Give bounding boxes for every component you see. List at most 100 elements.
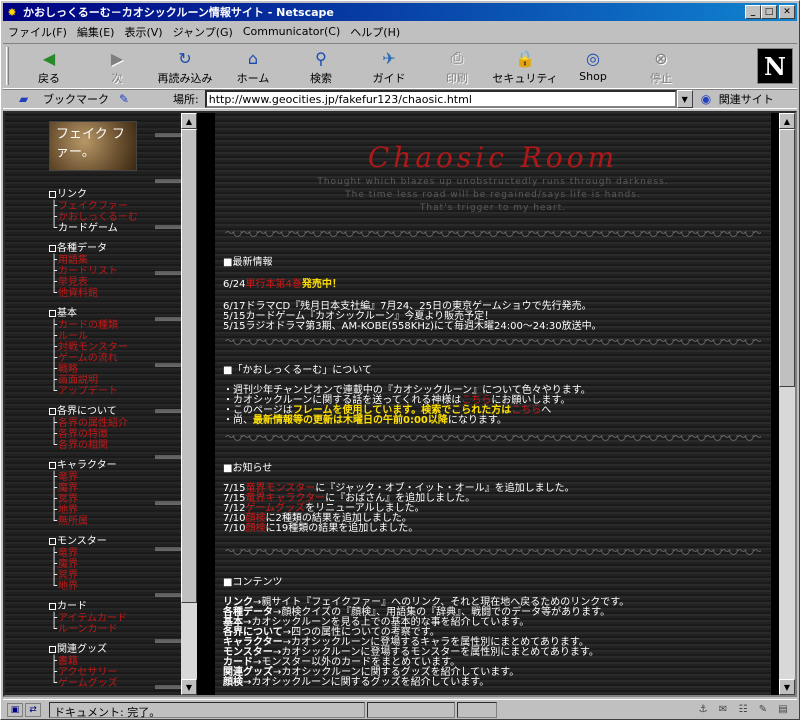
nav-link[interactable]: 各界の属性紹介 — [49, 418, 159, 429]
browser-window: ✸ かおしっくるーむ－カオシックルーン情報サイト - Netscape _ □ … — [0, 0, 800, 720]
maximize-button[interactable]: □ — [761, 5, 777, 19]
nav-section-label: リンク — [57, 189, 87, 200]
nav-link[interactable]: 書籍 — [49, 656, 159, 667]
nav-section-title[interactable]: カード — [49, 601, 159, 613]
nav-link[interactable]: カードゲーム — [49, 223, 159, 234]
scroll-thumb[interactable] — [181, 129, 197, 603]
menu-item[interactable]: ファイル(F) — [3, 24, 72, 40]
nav-link[interactable]: カードリスト — [49, 266, 159, 277]
menu-item[interactable]: Communicator(C) — [238, 25, 345, 38]
news-link[interactable]: 単行本第4巻 — [245, 279, 301, 290]
nav-section-title[interactable]: 各界について — [49, 406, 159, 418]
nav-link[interactable]: フェイクファー — [49, 201, 159, 212]
page-content: フェイク ファー。 リンクフェイクファーかおしっくるーむカードゲーム各種データ用… — [3, 111, 797, 697]
sidebar-nav: リンクフェイクファーかおしっくるーむカードゲーム各種データ用語集カードリスト早見… — [49, 189, 159, 695]
scroll-down-button[interactable]: ▼ — [181, 679, 197, 695]
about-link[interactable]: こちら — [511, 405, 541, 416]
menu-item[interactable]: 表示(V) — [119, 24, 167, 40]
toolbar-button[interactable]: ◎ Shop — [559, 44, 627, 88]
toolbar-button[interactable]: ◀ 戻る — [15, 44, 83, 88]
about-heading: ■「かおしっくるーむ」について — [223, 365, 372, 376]
toolbar-button[interactable]: ▶ 次 — [83, 44, 151, 88]
nav-link[interactable]: 冥界 — [49, 494, 159, 505]
close-button[interactable]: ✕ — [779, 5, 795, 19]
title-bar[interactable]: ✸ かおしっくるーむ－カオシックルーン情報サイト - Netscape _ □ … — [3, 3, 797, 21]
nav-link[interactable]: 各界の特徴 — [49, 429, 159, 440]
menu-item[interactable]: ヘルプ(H) — [345, 24, 405, 40]
toolbar-button[interactable]: ⊗ 停止 — [627, 44, 695, 88]
menu-item[interactable]: ジャンプ(G) — [168, 24, 238, 40]
scroll-down-button[interactable]: ▼ — [779, 679, 795, 695]
left-frame-scrollbar[interactable]: ▲ ▼ — [181, 113, 197, 695]
nav-link[interactable]: 早見表 — [49, 277, 159, 288]
nav-link[interactable]: 画面説明 — [49, 375, 159, 386]
toolbar-button-label: 次 — [111, 72, 123, 85]
main-frame-scrollbar[interactable]: ▲ ▼ — [779, 113, 795, 695]
scroll-up-button[interactable]: ▲ — [181, 113, 197, 129]
scroll-thumb[interactable] — [779, 129, 795, 387]
nav-link[interactable]: アイテムカード — [49, 613, 159, 624]
toolbar-button-label: 再読み込み — [157, 72, 213, 85]
newsgroup-icon[interactable]: ☷ — [735, 703, 751, 717]
nav-link[interactable]: 用語集 — [49, 255, 159, 266]
dock-icon[interactable]: ▤ — [775, 703, 791, 717]
netscape-logo[interactable]: N — [757, 48, 793, 84]
nav-link[interactable]: 竜界 — [49, 472, 159, 483]
toolbar-button[interactable]: ↻ 再読み込み — [151, 44, 219, 88]
subtitle-line: Thought which blazes up unobstructedly r… — [317, 177, 669, 187]
print-icon: ⎙ — [450, 48, 464, 67]
nav-section-title[interactable]: リンク — [49, 189, 159, 201]
scroll-up-button[interactable]: ▲ — [779, 113, 795, 129]
checkbox-icon — [49, 462, 56, 469]
toolbar-button-label: 停止 — [650, 72, 672, 85]
bookmarks-button[interactable]: ▰ ブックマーク — [19, 91, 109, 107]
news-text: ラジオドラマ第3期、AM-KOBE(558KHz)にて毎週木曜24:00～24:… — [245, 321, 602, 332]
nav-section-title[interactable]: モンスター — [49, 536, 159, 548]
nav-link[interactable]: ゲームグッズ — [49, 678, 159, 689]
navigator-icon[interactable]: ⚓ — [695, 703, 711, 717]
site-logo[interactable]: フェイク ファー。 — [49, 121, 137, 171]
nav-link[interactable]: かおしっくるーむ — [49, 212, 159, 223]
nav-link[interactable]: 対戦モンスター — [49, 342, 159, 353]
related-sites-button[interactable]: ◉ 関連サイト — [701, 91, 774, 107]
nav-link[interactable]: 無所属 — [49, 516, 159, 527]
nav-section-label: 各種データ — [57, 243, 107, 254]
menu-item[interactable]: 編集(E) — [72, 24, 120, 40]
nav-link[interactable]: 各界の相関 — [49, 440, 159, 451]
nav-link[interactable]: アップデート — [49, 386, 159, 397]
nav-link[interactable]: 地界 — [49, 505, 159, 516]
nav-link[interactable]: ゲームの流れ — [49, 353, 159, 364]
nav-link[interactable]: 他資料館 — [49, 288, 159, 299]
security-status-icon[interactable]: ▣ — [7, 702, 23, 717]
toolbar-button[interactable]: ⎙ 印刷 — [423, 44, 491, 88]
nav-link[interactable]: カードの種類 — [49, 320, 159, 331]
nav-link[interactable]: ルーンカード — [49, 624, 159, 635]
nav-link[interactable]: 竜界 — [49, 548, 159, 559]
nav-link[interactable]: 戦略 — [49, 364, 159, 375]
notice-link[interactable]: 顔検 — [245, 523, 265, 534]
url-field[interactable]: http://www.geocities.jp/fakefur123/chaos… — [204, 90, 677, 108]
page-proxy-icon[interactable]: ✎ — [119, 92, 135, 106]
nav-link[interactable]: アクセサリー — [49, 667, 159, 678]
toolbar-button[interactable]: 🔒 セキュリティ — [491, 44, 559, 88]
nav-section-title[interactable]: 関連グッズ — [49, 644, 159, 656]
url-dropdown-button[interactable]: ▼ — [676, 90, 693, 108]
nav-link[interactable]: 魔界 — [49, 483, 159, 494]
nav-link[interactable]: 冥界 — [49, 570, 159, 581]
nav-section-title[interactable]: キャラクター — [49, 460, 159, 472]
connection-status-icon[interactable]: ⇄ — [25, 702, 41, 717]
toolbar-button[interactable]: ✈ ガイド — [355, 44, 423, 88]
toolbar-button[interactable]: ⚲ 検索 — [287, 44, 355, 88]
toolbar-button[interactable]: ⌂ ホーム — [219, 44, 287, 88]
nav-section-title[interactable]: 基本 — [49, 308, 159, 320]
nav-link[interactable]: 魔界 — [49, 559, 159, 570]
nav-link[interactable]: ルール — [49, 331, 159, 342]
nav-section-title[interactable]: 各種データ — [49, 243, 159, 255]
nav-link[interactable]: 地界 — [49, 581, 159, 592]
toolbar-grip[interactable] — [6, 47, 9, 85]
news-heading: ■最新情報 — [223, 257, 273, 268]
composer-icon[interactable]: ✎ — [755, 703, 771, 717]
minimize-button[interactable]: _ — [745, 5, 761, 19]
mail-icon[interactable]: ✉ — [715, 703, 731, 717]
checkbox-icon — [49, 538, 56, 545]
